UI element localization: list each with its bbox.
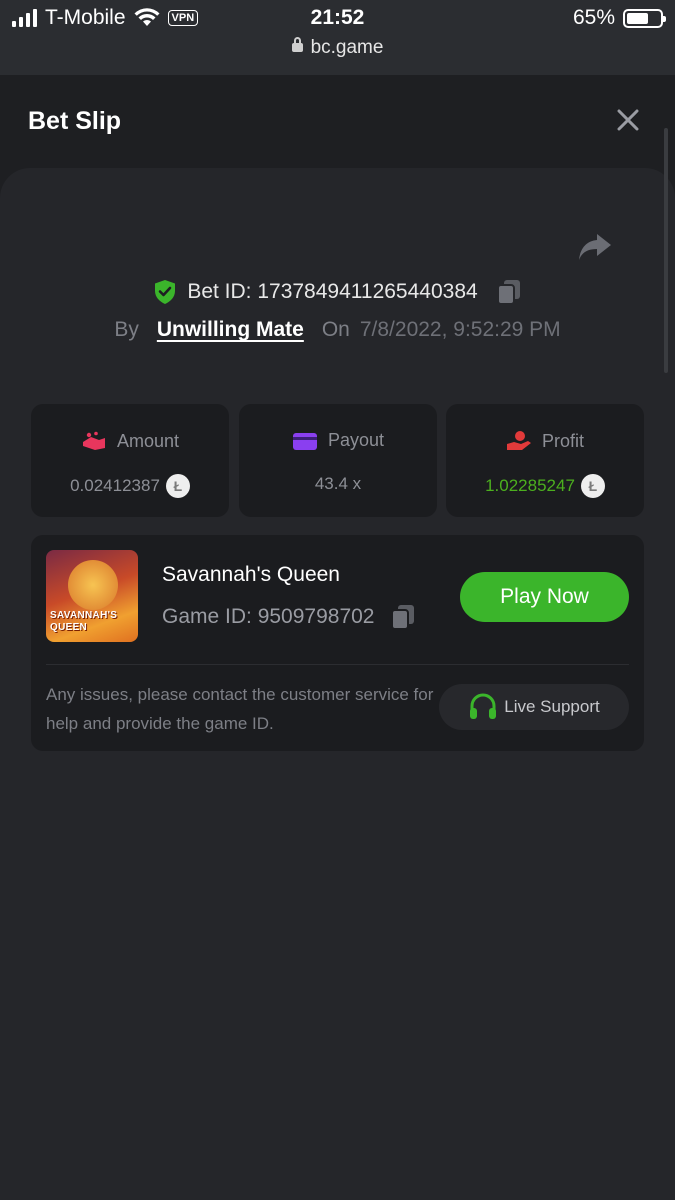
live-support-button[interactable]: Live Support — [439, 684, 629, 730]
payout-label: Payout — [327, 430, 385, 450]
battery-percent: 65% — [572, 6, 615, 29]
user-link[interactable]: Unwilling Mate — [157, 318, 304, 342]
bet-author-row: By Unwilling Mate On 7/8/2022, 9:52:29 P… — [0, 318, 675, 342]
game-thumbnail[interactable]: SAVANNAH'S QUEEN — [46, 550, 138, 642]
profit-value: 1.02285247 — [485, 476, 575, 495]
game-name: Savannah's Queen — [162, 563, 340, 586]
amount-label: Amount — [116, 430, 180, 451]
headset-icon — [470, 693, 497, 719]
payout-card: Payout 43.4 x — [239, 404, 437, 517]
page-title: Bet Slip — [28, 107, 122, 135]
close-icon[interactable] — [612, 104, 644, 136]
url-text: bc.game — [310, 37, 384, 58]
status-right: 65% — [572, 6, 666, 30]
on-label: On — [321, 318, 350, 341]
by-label: By — [114, 318, 139, 341]
profit-icon — [506, 431, 531, 450]
litecoin-icon: Ł — [165, 474, 190, 498]
payout-value: 43.4 x — [314, 474, 362, 493]
amount-card: Amount 0.02412387 Ł — [31, 404, 229, 517]
copy-game-id-icon[interactable] — [390, 603, 416, 631]
amount-icon — [82, 431, 105, 450]
play-now-button[interactable]: Play Now — [460, 572, 629, 622]
battery-icon — [623, 8, 666, 28]
bet-id-row: Bet ID: 1737849411265440384 — [0, 278, 675, 306]
payout-icon — [292, 432, 317, 450]
live-support-label: Live Support — [504, 697, 600, 716]
divider — [46, 664, 629, 665]
game-card: SAVANNAH'S QUEEN Savannah's Queen Game I… — [31, 535, 644, 751]
profit-card: Profit 1.02285247 Ł — [446, 404, 644, 517]
lock-icon — [291, 37, 303, 52]
verified-shield-icon — [155, 280, 176, 304]
amount-value: 0.02412387 — [70, 476, 160, 495]
support-message: Any issues, please contact the customer … — [46, 685, 434, 733]
profit-label: Profit — [541, 430, 584, 451]
share-icon[interactable] — [576, 230, 614, 264]
copy-bet-id-icon[interactable] — [496, 278, 522, 306]
game-id: Game ID: 9509798702 — [162, 605, 375, 628]
url-bar[interactable]: bc.game — [0, 37, 675, 59]
game-thumbnail-text: SAVANNAH'S QUEEN — [50, 610, 118, 633]
bet-date: 7/8/2022, 9:52:29 PM — [359, 318, 561, 341]
bet-slip-header: Bet Slip — [0, 75, 675, 170]
bet-id: Bet ID: 1737849411265440384 — [187, 280, 478, 303]
game-id-row: Game ID: 9509798702 — [162, 603, 416, 631]
status-bar: T-Mobile VPN 21:52 bc.game 65% — [0, 0, 675, 75]
litecoin-icon: Ł — [580, 474, 605, 498]
